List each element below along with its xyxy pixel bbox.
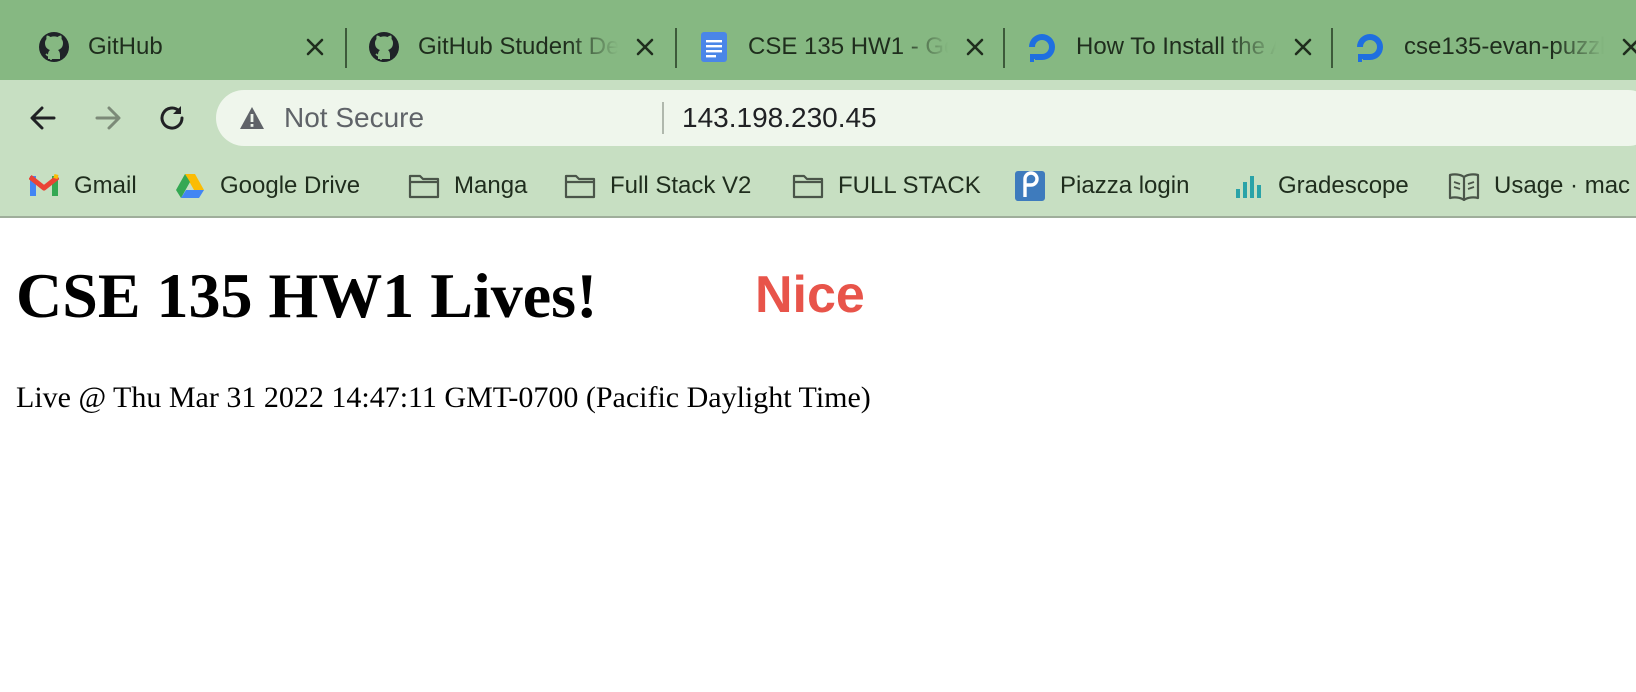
bookmark-gradescope[interactable]: Gradescope: [1232, 168, 1409, 204]
bookmark-label: FULL STACK: [838, 172, 981, 199]
page-heading: CSE 135 HW1 Lives!: [16, 260, 598, 331]
github-icon: [368, 31, 400, 63]
gradescope-icon: [1232, 170, 1264, 202]
nice-text: Nice: [755, 266, 865, 324]
close-icon[interactable]: [634, 36, 656, 58]
digitalocean-icon: [1026, 31, 1058, 63]
forward-arrow-icon[interactable]: [88, 98, 128, 138]
tab-strip: GitHub GitHub Student Developer Pack CSE…: [0, 0, 1636, 80]
google-docs-icon: [698, 31, 730, 63]
tab-title: GitHub Student Developer Pack: [418, 33, 618, 60]
tab-title: How To Install the Apache Web Server: [1076, 33, 1276, 60]
folder-icon: [792, 170, 824, 202]
bookmark-folder-manga[interactable]: Manga: [408, 168, 527, 204]
github-icon: [38, 31, 70, 63]
google-drive-icon: [174, 170, 206, 202]
close-icon[interactable]: [1620, 36, 1636, 58]
tab-title: cse135-evan-puzzle: [1404, 33, 1604, 60]
bookmark-folder-full-stack[interactable]: FULL STACK: [792, 168, 981, 204]
tab-title: GitHub: [88, 33, 163, 60]
back-arrow-icon[interactable]: [23, 98, 63, 138]
warning-icon[interactable]: [238, 104, 266, 132]
folder-icon: [564, 170, 596, 202]
page-content: CSE 135 HW1 Lives! Nice Live @ Thu Mar 3…: [0, 220, 1636, 692]
address-bar[interactable]: Not Secure 143.198.230.45: [216, 90, 1636, 146]
bookmark-label: Full Stack V2: [610, 172, 752, 199]
bookmark-piazza[interactable]: Piazza login: [1014, 168, 1189, 204]
bookmark-label: Google Drive: [220, 172, 361, 199]
tab-title: CSE 135 HW1 - Google Docs: [748, 33, 948, 60]
bookmark-google-drive[interactable]: Google Drive: [174, 168, 360, 204]
close-icon[interactable]: [1292, 36, 1314, 58]
folder-icon: [408, 170, 440, 202]
tab-github-student[interactable]: GitHub Student Developer Pack: [330, 0, 676, 80]
omnibox-divider: [662, 102, 664, 134]
bookmark-gmail[interactable]: Gmail: [28, 168, 137, 204]
bookmark-label: Gmail: [74, 172, 137, 199]
live-timestamp: Live @ Thu Mar 31 2022 14:47:11 GMT-0700…: [16, 381, 871, 414]
bookmark-label: Gradescope: [1278, 172, 1409, 199]
book-icon: [1448, 170, 1480, 202]
close-icon[interactable]: [964, 36, 986, 58]
bookmark-folder-full-stack-v2[interactable]: Full Stack V2: [564, 168, 751, 204]
security-label[interactable]: Not Secure: [284, 100, 424, 136]
bookmark-usage[interactable]: Usage · mac: [1448, 168, 1630, 204]
bookmark-label: Piazza login: [1060, 172, 1190, 199]
gmail-icon: [28, 170, 60, 202]
piazza-icon: [1014, 170, 1046, 202]
browser-toolbar: Not Secure 143.198.230.45: [0, 80, 1636, 156]
tab-github[interactable]: GitHub: [0, 0, 346, 80]
url-text[interactable]: 143.198.230.45: [682, 100, 877, 136]
bookmarks-bar: Gmail Google Drive Manga Full Stack V2 F…: [0, 156, 1636, 218]
bookmark-label: Usage · mac: [1494, 172, 1631, 199]
tab-digitalocean-apache[interactable]: How To Install the Apache Web Server: [988, 0, 1334, 80]
close-icon[interactable]: [304, 36, 326, 58]
bookmark-label: Manga: [454, 172, 528, 199]
tab-digitalocean-droplet[interactable]: cse135-evan-puzzle: [1316, 0, 1636, 80]
digitalocean-icon: [1354, 31, 1386, 63]
reload-icon[interactable]: [152, 98, 192, 138]
tab-google-docs[interactable]: CSE 135 HW1 - Google Docs: [660, 0, 1006, 80]
